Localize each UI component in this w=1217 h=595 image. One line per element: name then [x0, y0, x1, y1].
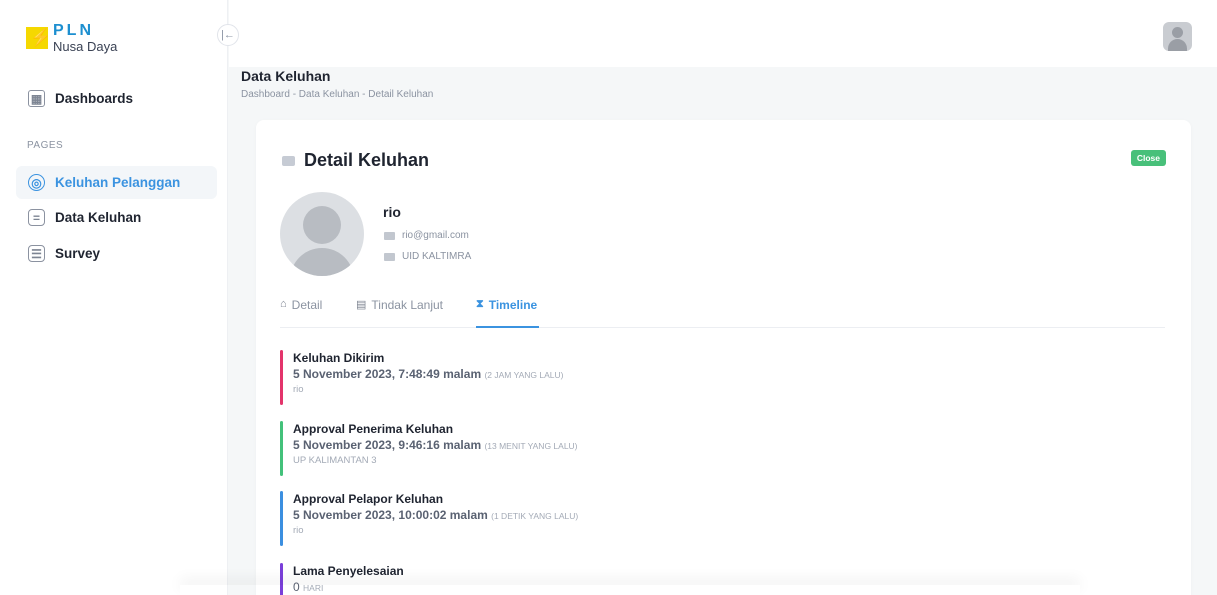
profile-unit-text: UID KALTIMRA: [402, 251, 472, 262]
tab-timeline[interactable]: ⧗ Timeline: [476, 298, 539, 328]
user-avatar[interactable]: [1163, 22, 1192, 51]
timeline-by: rio: [293, 384, 304, 395]
grid-icon: ▦: [28, 90, 45, 107]
mail-icon: [384, 231, 395, 240]
timeline-title: Keluhan Dikirim: [293, 351, 385, 365]
collapse-sidebar-icon[interactable]: |←: [217, 24, 239, 46]
sidebar-item-dashboards[interactable]: ▦ Dashboards: [28, 90, 133, 107]
timeline-date: 5 November 2023, 9:46:16 malam (13 MENIT…: [293, 438, 578, 452]
card-title-text: Detail Keluhan: [304, 150, 430, 170]
breadcrumb: Dashboard - Data Keluhan - Detail Keluha…: [241, 89, 434, 100]
list-icon: ☰: [28, 245, 45, 262]
timeline-bar: [280, 491, 283, 546]
sidebar-item-label: Survey: [55, 246, 101, 261]
sidebar-section-label: PAGES: [27, 140, 64, 151]
tab-label: Tindak Lanjut: [371, 298, 444, 312]
timeline-date: 5 November 2023, 7:48:49 malam (2 JAM YA…: [293, 367, 564, 381]
timeline-title: Approval Penerima Keluhan: [293, 422, 454, 436]
home-icon: ⌂: [280, 298, 287, 310]
timeline-item: Keluhan Dikirim 5 November 2023, 7:48:49…: [280, 350, 564, 405]
card-title: Detail Keluhan: [282, 150, 429, 171]
timeline-bar: [280, 350, 283, 405]
tab-detail[interactable]: ⌂ Detail: [280, 298, 322, 328]
tab-label: Timeline: [488, 298, 538, 312]
pln-logo-icon: ⚡: [26, 27, 52, 49]
timeline-item: Approval Pelapor Keluhan 5 November 2023…: [280, 491, 579, 546]
support-icon: ◎: [28, 174, 45, 191]
bolt-icon: ⚡: [30, 28, 52, 47]
timeline-by: UP KALIMANTAN 3: [293, 455, 377, 466]
tab-label: Detail: [291, 298, 323, 312]
timeline-bar: [280, 421, 283, 476]
brand-name: PLN: [53, 22, 94, 39]
profile-email: rio@gmail.com: [384, 230, 469, 241]
timeline-title: Approval Pelapor Keluhan: [293, 492, 444, 506]
timeline-by: rio: [293, 525, 304, 536]
sidebar-item-label: Dashboards: [55, 91, 134, 106]
timeline-item: Approval Penerima Keluhan 5 November 202…: [280, 421, 578, 476]
sidebar-item-data-keluhan[interactable]: = Data Keluhan: [16, 201, 217, 234]
timeline-icon: ⧗: [476, 298, 484, 310]
profile-unit: UID KALTIMRA: [384, 251, 471, 262]
topbar: [229, 0, 1217, 67]
id-card-icon: [282, 155, 295, 166]
sidebar-item-survey[interactable]: ☰ Survey: [16, 237, 217, 270]
sidebar-item-keluhan-pelanggan[interactable]: ◎ Keluhan Pelanggan: [16, 166, 217, 199]
card-icon: [384, 252, 395, 261]
sidebar-item-label: Keluhan Pelanggan: [55, 175, 181, 190]
timeline-title: Lama Penyelesaian: [293, 564, 404, 578]
detail-card: Detail Keluhan Close rio rio@gmail.com U…: [256, 120, 1191, 595]
bottom-shadow: [180, 585, 1080, 595]
close-button[interactable]: Close: [1130, 150, 1166, 166]
tabs: ⌂ Detail ▤ Tindak Lanjut ⧗ Timeline: [280, 298, 1165, 328]
sidebar-item-label: Data Keluhan: [55, 210, 142, 225]
clipboard-icon: =: [28, 209, 45, 226]
timeline-date: 5 November 2023, 10:00:02 malam (1 DETIK…: [293, 508, 579, 522]
sidebar: ⚡ PLN Nusa Daya ▦ Dashboards PAGES ◎ Kel…: [0, 0, 228, 595]
brand-subtitle: Nusa Daya: [53, 39, 118, 54]
page-title: Data Keluhan: [241, 68, 331, 84]
profile-email-text: rio@gmail.com: [402, 230, 469, 241]
tab-tindak-lanjut[interactable]: ▤ Tindak Lanjut: [356, 298, 443, 328]
profile-avatar: [280, 192, 364, 276]
pln-logo[interactable]: ⚡ PLN Nusa Daya: [26, 23, 117, 53]
building-icon: ▤: [356, 299, 367, 311]
profile-name: rio: [383, 204, 401, 220]
